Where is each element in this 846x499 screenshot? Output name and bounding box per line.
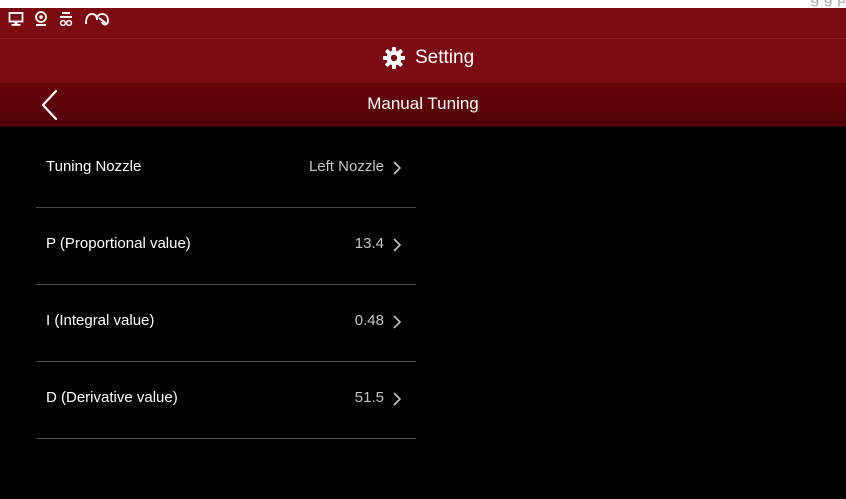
tuning-list: Tuning Nozzle Left Nozzle P (Proportiona… <box>36 131 416 439</box>
row-value: Left Nozzle <box>308 158 384 175</box>
chevron-right-icon <box>393 392 402 406</box>
chevron-right-icon <box>393 161 402 175</box>
monitor-icon <box>8 12 24 26</box>
subheader-bar: Manual Tuning <box>0 83 846 127</box>
chevron-right-icon <box>393 315 402 329</box>
title-group: Setting <box>382 46 474 70</box>
subheader-title: Manual Tuning <box>367 94 479 113</box>
chevron-right-icon <box>393 238 402 252</box>
webcam-icon <box>35 11 47 26</box>
row-value: 0.48 <box>354 312 384 329</box>
tuning-row-p[interactable]: P (Proportional value) 13.4 <box>36 208 416 285</box>
row-label: P (Proportional value) <box>46 235 191 252</box>
tuning-row-i[interactable]: I (Integral value) 0.48 <box>36 285 416 362</box>
row-label: I (Integral value) <box>46 312 155 329</box>
row-label: D (Derivative value) <box>46 389 178 406</box>
tuning-row-nozzle[interactable]: Tuning Nozzle Left Nozzle <box>36 131 416 208</box>
top-artifact-strip: g g p <box>0 0 846 8</box>
row-label: Tuning Nozzle <box>46 158 142 175</box>
row-value: 51.5 <box>354 389 384 406</box>
row-value: 13.4 <box>354 235 384 252</box>
filament-icon <box>85 13 109 26</box>
title-bar: Setting <box>0 38 846 83</box>
artifact-text: g g p <box>810 0 846 8</box>
status-icons <box>8 11 110 27</box>
gear-icon <box>383 47 405 69</box>
printer-screen: Setting Manual Tuning Tuning Nozzle Left… <box>0 8 846 499</box>
nozzle-icon <box>59 12 73 27</box>
status-bar <box>0 8 846 38</box>
tuning-row-d[interactable]: D (Derivative value) 51.5 <box>36 362 416 439</box>
page-title: Setting <box>415 47 475 68</box>
